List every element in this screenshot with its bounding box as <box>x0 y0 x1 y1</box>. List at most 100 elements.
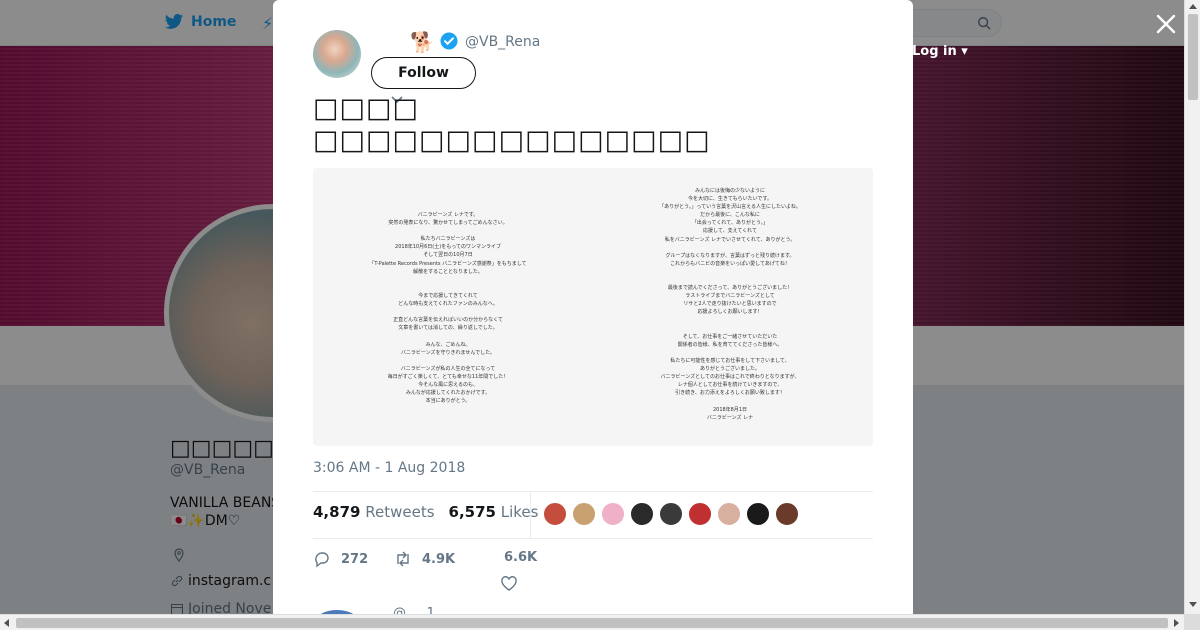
letter-line <box>625 317 835 325</box>
letter-line <box>625 244 835 252</box>
liker-avatar[interactable] <box>717 502 741 526</box>
letter-line: 「T-Palette Records Presents バニラビーンズ感謝祭」を… <box>369 260 527 267</box>
retweets-label: Retweets <box>365 503 435 521</box>
letter-line: 応援して、支えてくれて <box>702 228 758 235</box>
letter-line: そして翌日の10月7日 <box>423 252 473 259</box>
horizontal-scrollbar[interactable] <box>0 614 1184 630</box>
letter-line: 「ありがとう。」っていう言葉を沢山言える人生にしたいよね。 <box>659 204 801 211</box>
letter-line: 今を大切に、生きてもらいたいです。 <box>688 196 772 203</box>
retweet-button[interactable]: 4.9K <box>394 550 455 568</box>
letter-line <box>343 357 553 365</box>
liker-avatar[interactable] <box>543 502 567 526</box>
letter-line: 正直どんな言葉を伝えればいいのか分からなくて <box>393 317 503 324</box>
letter-line <box>625 276 835 284</box>
letter-line <box>625 325 835 333</box>
letter-line: どんな時も支えてくれたファンのみんなへ。 <box>398 301 498 308</box>
letter-line: グループはなくなりますが、言葉はずっと残り続けます。 <box>665 252 795 259</box>
letter-line: 今そんな風に思えるのも、 <box>418 381 478 388</box>
letter-line: 引き続き、お力添えをよろしくお願い致します！ <box>675 390 785 397</box>
letter-line: 私たちに可能性を感じてお仕事をして下さいまして、 <box>670 357 790 364</box>
liker-avatar[interactable] <box>601 502 625 526</box>
reply-count: 272 <box>341 551 369 567</box>
tweet-text-line1: □□□□ <box>313 93 420 124</box>
letter-line: バニラビーンズ レナです。 <box>417 212 479 218</box>
like-button[interactable]: 6.6K <box>504 550 537 565</box>
letter-line: 応援よろしくお願いします！ <box>697 309 763 316</box>
letter-line: だから最後に、こんな私に <box>700 212 760 219</box>
letter-line <box>625 397 835 405</box>
tweet-media-image[interactable]: バニラビーンズ レナです。突然の発表になり、驚かせてしまってごめんなさい。 私た… <box>313 168 873 446</box>
letter-line: 文章を書いては消しての、繰り返しでした。 <box>398 325 498 332</box>
retweet-count: 4.9K <box>422 551 456 567</box>
liker-avatar[interactable] <box>775 502 799 526</box>
letter-line: 2018年8月1日 <box>712 406 748 413</box>
letter-right-page: みんなには後悔の少ないように今を大切に、生きてもらいたいです。 「ありがとう。」っ… <box>625 187 835 422</box>
letter-line: ありがとうございました。 <box>699 366 760 373</box>
liker-avatar[interactable] <box>659 502 683 526</box>
letter-line: 関係者の皆様、私を育ててくださった皆様へ。 <box>677 341 783 348</box>
retweets-stat[interactable]: 4,879 Retweets <box>313 503 435 521</box>
tweet-author-avatar[interactable] <box>313 30 361 78</box>
tweet-modal: 🐕 @VB_Rena Follow □□□□ □□□□□□□□□□□□□□□ バ… <box>273 0 913 614</box>
letter-line <box>343 227 553 235</box>
letter-line: 毎日がすごく楽しくて、とても幸せな11年間でした！ <box>387 373 509 380</box>
retweet-icon <box>397 551 409 567</box>
letter-line: 解散をすることとなりました。 <box>413 268 483 275</box>
tweet-text-line2: □□□□□□□□□□□□□□□ <box>313 125 711 156</box>
retweets-count: 4,879 <box>313 503 361 521</box>
letter-line: みんなが応援してくれたおかげです。 <box>405 390 491 397</box>
letter-line: 本当にありがとう。 <box>425 398 471 405</box>
likes-label: Likes <box>500 503 539 521</box>
letter-line: そして、お仕事をご一緒させていただいた <box>682 333 778 340</box>
liker-avatar[interactable] <box>630 502 654 526</box>
letter-line: ラストライブまでバニラビーンズとして <box>685 293 775 300</box>
reply-icon <box>315 552 329 568</box>
letter-line <box>625 268 835 276</box>
divider <box>313 538 873 539</box>
letter-line <box>343 284 553 292</box>
likes-count: 6,575 <box>448 503 496 521</box>
heart-icon[interactable] <box>500 575 518 593</box>
letter-line: 突然の発表になり、驚かせてしまってごめんなさい。 <box>388 220 508 227</box>
letter-line <box>625 349 835 357</box>
letter-line <box>343 332 553 340</box>
letter-left-page: バニラビーンズ レナです。突然の発表になり、驚かせてしまってごめんなさい。 私た… <box>343 211 553 405</box>
letter-line: これからもバニビの音楽をいっぱい愛してあげてね！ <box>670 260 790 267</box>
letter-line: バニラビーンズが私の人生の全てになって <box>400 365 496 372</box>
close-icon[interactable] <box>1154 12 1178 36</box>
letter-line: レナ個人としてお仕事を続けていきますので、 <box>677 382 783 389</box>
letter-line: 私をバニラビーンズ レナでいさせてくれて、ありがとう。 <box>664 236 796 243</box>
likers-avatars <box>543 502 799 526</box>
letter-line: 今まで応援してきてくれて <box>418 292 478 299</box>
login-link[interactable]: Log in ▾ <box>912 44 968 59</box>
letter-line: みんな、ごめんね。 <box>425 341 471 348</box>
like-count: 6.6K <box>504 550 538 565</box>
follow-button[interactable]: Follow <box>371 57 476 89</box>
liker-avatar[interactable] <box>572 502 596 526</box>
tweet-stats: 4,879 Retweets 6,575 Likes <box>313 503 538 521</box>
verified-badge-icon <box>440 32 458 50</box>
divider <box>530 492 531 538</box>
liker-avatar[interactable] <box>746 502 770 526</box>
vertical-scrollbar[interactable] <box>1184 0 1200 614</box>
reply-button[interactable]: 272 <box>313 550 368 568</box>
reply-handle[interactable]: @ ... 1 <box>393 606 435 614</box>
divider <box>313 491 873 492</box>
tweet-timestamp[interactable]: 3:06 AM - 1 Aug 2018 <box>313 460 465 476</box>
likes-stat[interactable]: 6,575 Likes <box>449 503 539 521</box>
liker-avatar[interactable] <box>688 502 712 526</box>
letter-line: 最後まで読んでくださって、ありがとうございました！ <box>667 285 793 292</box>
scrollbar-corner <box>1184 614 1200 630</box>
letter-line: 「出会ってくれて、ありがとう。」 <box>691 220 769 227</box>
letter-line: バニラビーンズとしてのお仕事はこれで終わりとなりますが、 <box>660 374 800 381</box>
letter-line: みんなには後悔の少ないように <box>695 188 765 194</box>
letter-line: 2018年10月6日(土)をもってのワンマンライブ <box>395 244 501 251</box>
letter-line: バニラビーンズを守りきれませんでした。 <box>400 349 496 356</box>
letter-line <box>343 308 553 316</box>
tweet-author-handle[interactable]: @VB_Rena <box>465 34 540 50</box>
letter-line: 私たちバニラビーンズは <box>420 236 476 243</box>
dog-emoji-icon: 🐕 <box>410 30 435 54</box>
letter-line <box>343 276 553 284</box>
letter-line: バニラビーンズ レナ <box>706 414 754 421</box>
letter-line: リサと2人で走り抜けたいと思いますので <box>683 301 777 308</box>
